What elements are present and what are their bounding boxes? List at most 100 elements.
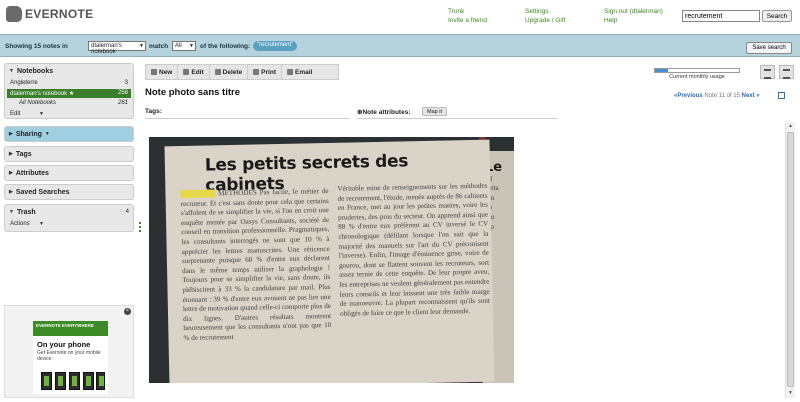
trash-actions-menu[interactable]: Actions ▼ <box>7 220 47 229</box>
logo-text: EVERNOTE <box>25 7 94 21</box>
article-column-2: Véritable mine de renseignements sur les… <box>337 181 490 318</box>
printer-icon <box>253 69 260 75</box>
notebooks-edit-menu[interactable]: Edit ▼ <box>7 110 47 119</box>
edit-note-button[interactable]: Edit <box>178 65 210 79</box>
top-header: EVERNOTE Trunk Invite a friend Settings … <box>0 0 800 34</box>
list-view-icon[interactable] <box>779 65 794 79</box>
triangle-right-icon: ▶ <box>9 189 13 195</box>
phone-icon <box>83 372 94 390</box>
triangle-down-icon: ▼ <box>9 68 14 74</box>
showing-label: Showing 15 notes in <box>5 43 68 50</box>
match-select[interactable]: All ▼ <box>172 41 196 51</box>
ad-body[interactable]: On your phone Get Evernote on your mobil… <box>33 336 108 394</box>
chevron-down-icon: ▼ <box>139 43 144 49</box>
of-following-label: of the following: <box>200 43 251 50</box>
link-sign-out[interactable]: Sign out (dtalerman) <box>604 7 663 16</box>
new-note-button[interactable]: New <box>146 65 179 79</box>
link-trunk[interactable]: Trunk <box>448 7 487 16</box>
usage-bar <box>654 68 740 73</box>
sidebar-splitter-handle[interactable] <box>139 222 142 236</box>
open-window-icon[interactable] <box>778 92 785 99</box>
next-note-link[interactable]: Next » <box>742 93 760 99</box>
saved-searches-header: ▶ Saved Searches <box>9 188 70 196</box>
tags-panel[interactable]: ▶ Tags <box>4 146 134 162</box>
notebook-item-angleterre[interactable]: Angleterre 3 <box>7 79 131 88</box>
ad-badge: EVERNOTE EVERYWHERE <box>33 321 108 336</box>
map-it-button[interactable]: Map it <box>422 107 447 116</box>
triangle-right-icon: ▶ <box>9 131 13 137</box>
attributes-panel[interactable]: ▶ Attributes <box>4 165 134 181</box>
tags-field[interactable] <box>145 118 349 119</box>
article-column-1: METHODES Pas facile, le métier de recrut… <box>180 187 332 342</box>
link-help[interactable]: Help <box>604 16 663 25</box>
pencil-icon <box>183 69 190 75</box>
links-col-1: Trunk Invite a friend <box>448 7 487 25</box>
notebooks-header[interactable]: ▼ Notebooks <box>5 64 133 78</box>
search-button[interactable]: Search <box>762 10 792 22</box>
phone-icon <box>55 372 66 390</box>
close-icon[interactable]: × <box>124 308 131 315</box>
email-note-button[interactable]: Email <box>282 65 317 79</box>
usage-fill <box>655 69 668 72</box>
note-meta-row: Tags: ⊕Note attributes: Map it <box>145 105 785 119</box>
scroll-down-icon[interactable]: ▼ <box>788 390 793 396</box>
notebooks-panel: ▼ Notebooks Angleterre 3 dtalerman's not… <box>4 63 134 119</box>
ad-subtitle: Get Evernote on your mobile device. <box>37 350 101 362</box>
link-upgrade-gift[interactable]: Upgrade / Gift <box>525 16 565 25</box>
attributes-divider <box>357 118 557 119</box>
links-col-2: Settings Upgrade / Gift <box>525 7 565 25</box>
links-col-3: Sign out (dtalerman) Help <box>604 7 663 25</box>
chevron-down-icon: ▼ <box>189 43 194 49</box>
search-tag-chip[interactable]: "recrutement" <box>253 41 298 51</box>
note-attributes-toggle[interactable]: ⊕Note attributes: <box>357 108 410 116</box>
triangle-down-icon: ▼ <box>9 209 14 215</box>
grid-view-icon[interactable] <box>760 65 775 79</box>
chevron-down-icon: ▼ <box>39 221 44 227</box>
usage-label: Current monthly usage <box>669 74 725 80</box>
tags-header: ▶ Tags <box>9 150 32 158</box>
phone-icon <box>96 372 105 390</box>
scroll-up-icon[interactable]: ▲ <box>788 123 793 129</box>
phone-icon <box>69 372 80 390</box>
notebook-item-dtalerman[interactable]: dtalerman's notebook ★ 258 <box>7 89 131 98</box>
save-search-button[interactable]: Save search <box>746 42 792 54</box>
match-label: match <box>149 43 169 50</box>
notebook-select[interactable]: dtalerman's notebook ▼ <box>88 41 146 55</box>
notebook-item-all[interactable]: All Notebooks 261 <box>7 99 131 108</box>
scroll-thumb[interactable] <box>787 132 794 387</box>
elephant-icon <box>6 6 22 22</box>
filter-bar: Showing 15 notes in dtalerman's notebook… <box>0 34 800 57</box>
link-settings[interactable]: Settings <box>525 7 565 16</box>
evernote-logo[interactable]: EVERNOTE <box>6 6 93 22</box>
sharing-header: ▶ Sharing ▼ <box>9 130 50 138</box>
pager-status: Note 11 of 15 <box>704 93 740 99</box>
delete-note-button[interactable]: Delete <box>210 65 249 79</box>
trash-panel: ▼ Trash 4 Actions ▼ <box>4 204 134 232</box>
chevron-down-icon: ▼ <box>39 111 44 117</box>
trash-header[interactable]: ▼ Trash 4 <box>5 205 133 219</box>
link-invite-friend[interactable]: Invite a friend <box>448 16 487 25</box>
tags-label: Tags: <box>145 108 162 115</box>
monthly-usage: Current monthly usage <box>654 68 740 80</box>
envelope-icon <box>286 69 293 75</box>
note-scrollbar[interactable]: ▲ ▼ <box>785 122 795 398</box>
search-input[interactable] <box>682 10 760 22</box>
ad-title: On your phone <box>37 340 91 349</box>
chevron-down-icon[interactable]: ▼ <box>45 131 50 137</box>
magazine-page: Les petits secrets des cabinets METHODES… <box>164 139 495 383</box>
promo-ad: × EVERNOTE EVERYWHERE On your phone Get … <box>4 305 134 398</box>
print-note-button[interactable]: Print <box>248 65 282 79</box>
new-note-icon <box>151 69 157 75</box>
sharing-panel[interactable]: ▶ Sharing ▼ <box>4 126 134 142</box>
delete-icon <box>214 69 221 75</box>
note-toolbar: New Edit Delete Print Email <box>145 64 339 80</box>
note-pager: «Previous Note 11 of 15 Next » <box>674 93 760 99</box>
saved-searches-panel[interactable]: ▶ Saved Searches <box>4 184 134 200</box>
previous-note-link[interactable]: «Previous <box>674 93 703 99</box>
note-title[interactable]: Note photo sans titre <box>145 87 240 98</box>
attributes-header: ▶ Attributes <box>9 169 49 177</box>
phone-icon <box>41 372 52 390</box>
note-photo: Lendcertasenunreurepch Les petits secret… <box>149 137 514 383</box>
highlight-mark <box>180 189 216 199</box>
triangle-right-icon: ▶ <box>9 170 13 176</box>
